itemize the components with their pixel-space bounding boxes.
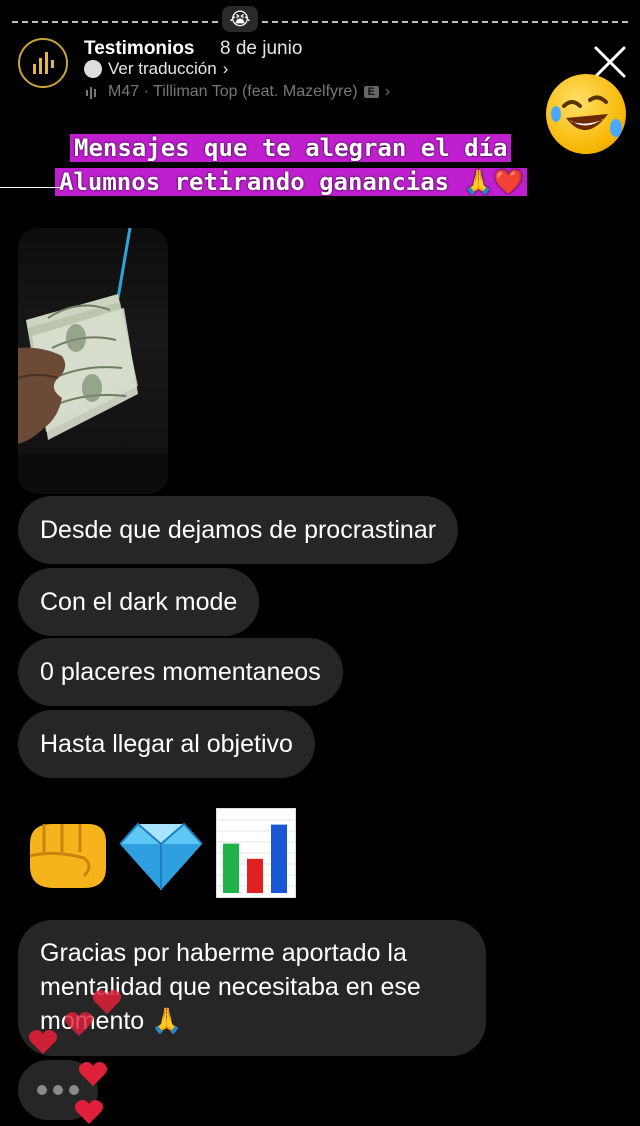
chart-emoji-bar [271,824,287,893]
translate-link[interactable]: Ver traducción › [84,59,228,79]
shared-photo[interactable] [18,228,168,494]
chart-emoji-bar [223,843,239,893]
heart-icon [74,1100,104,1124]
translate-icon [84,60,102,78]
bar-chart-emoji[interactable] [216,808,296,898]
fist-emoji[interactable] [24,816,110,897]
heart-icon [92,990,122,1014]
typing-dot [53,1085,63,1095]
translate-label: Ver traducción [108,59,217,78]
explicit-badge: E [363,86,379,98]
rofl-face-icon [551,95,622,137]
music-track: M47 · Tilliman Top (feat. Mazelfyre) [108,83,358,100]
audio-bars-icon [86,87,96,99]
chevron-right-icon: › [384,83,391,100]
message-line: Gracias por haberme aportado la [40,939,407,967]
caption-line-2: Alumnos retirando ganancias 🙏❤️ [55,168,528,196]
caption-line-1: Mensajes que te alegran el día [70,134,512,162]
oncoming-fist-icon [29,824,106,888]
divider [0,187,60,188]
music-attribution[interactable]: M47 · Tilliman Top (feat. Mazelfyre) E › [86,83,390,101]
chart-logo-icon [33,52,54,74]
cash-stack-image [18,228,168,494]
story-progress-bar [12,21,628,25]
story-username[interactable]: Testimonios [84,38,195,60]
message-bubble[interactable]: 0 placeres momentaneos [18,638,343,706]
avatar[interactable] [18,38,68,88]
typing-dot [37,1085,47,1095]
gem-stone-icon [119,822,203,890]
message-bubble[interactable]: Desde que dejamos de procrastinar [18,496,459,564]
message-bubble[interactable]: Con el dark mode [18,568,260,636]
chart-emoji-bar [247,858,263,893]
heart-icon [78,1062,108,1086]
heart-icon [28,1030,58,1054]
message-bubble[interactable]: Hasta llegar al objetivo [18,710,315,778]
gem-emoji[interactable] [118,816,204,897]
heart-icon [64,1012,94,1036]
bar-chart-icon [217,819,295,893]
laughing-emoji-sticker [546,74,626,154]
reaction-emoji: 😭 [222,6,258,32]
story-date: 8 de junio [220,38,303,59]
chevron-right-icon: › [222,59,229,78]
